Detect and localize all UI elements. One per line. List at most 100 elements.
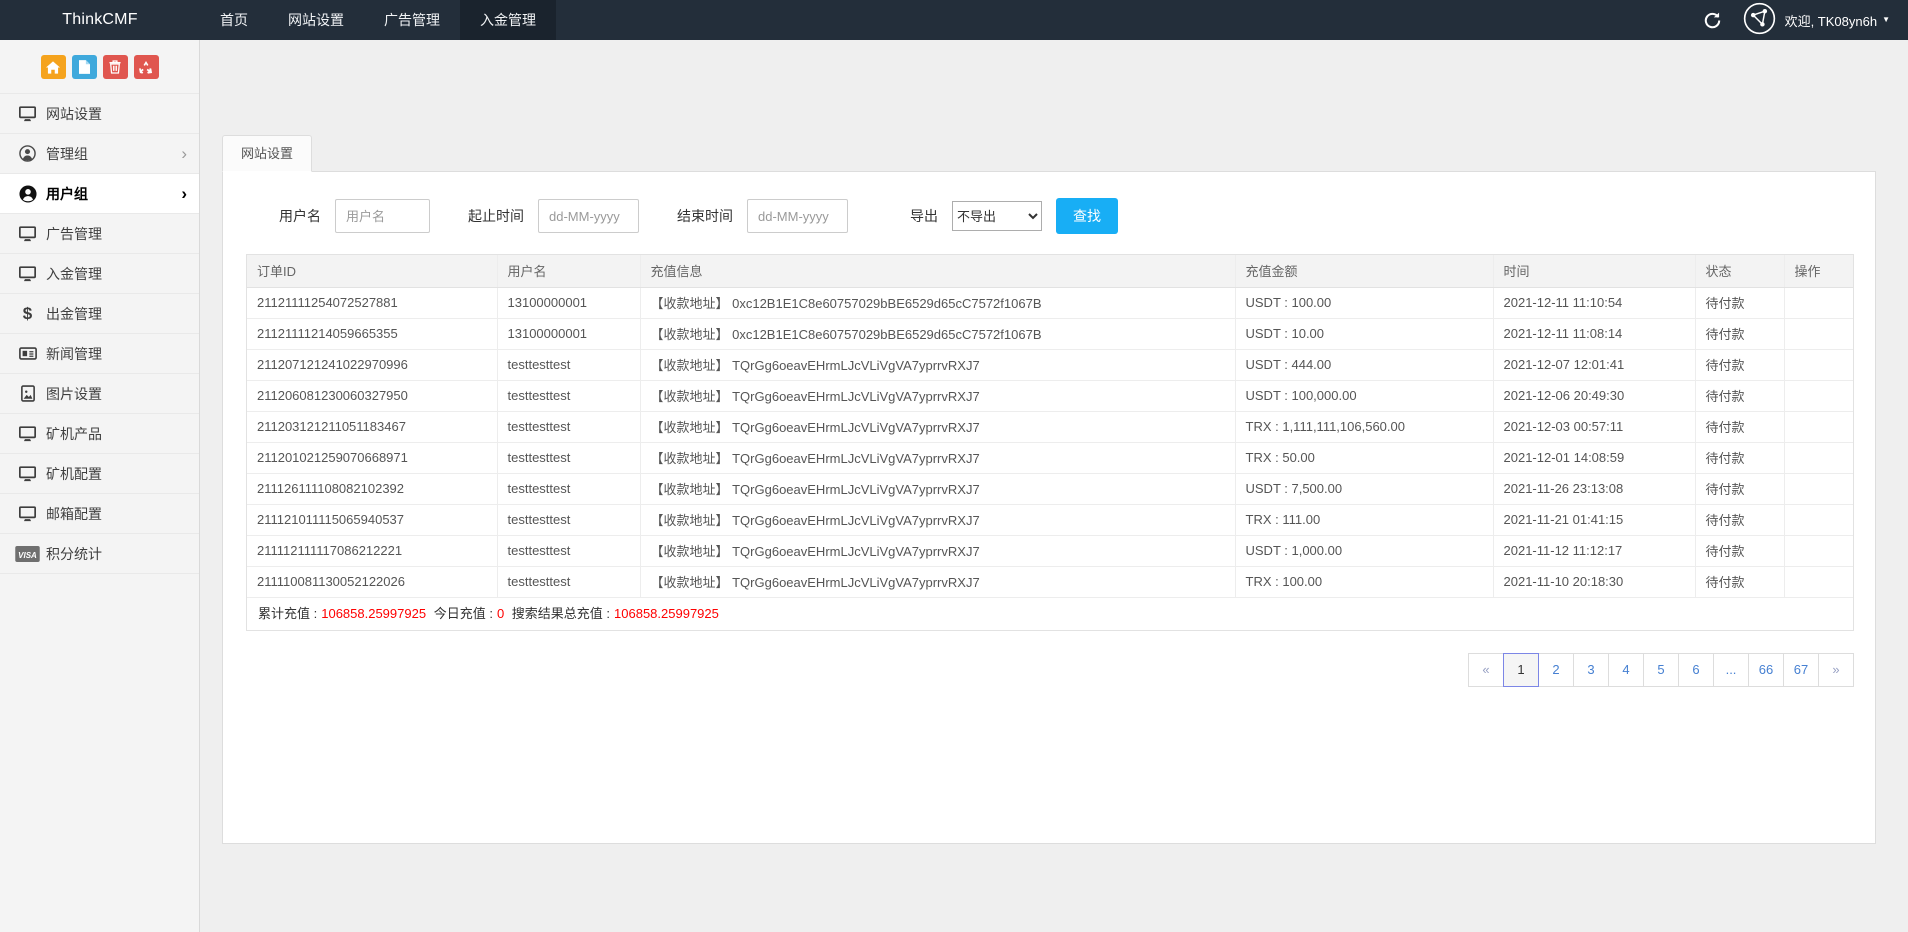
cell-status: 待付款 [1695, 318, 1784, 349]
cell-username: testtesttest [497, 380, 640, 411]
recycle-icon[interactable] [134, 55, 159, 79]
table-row: 21121111254072527881 13100000001 【收款地址】 … [247, 287, 1853, 318]
column-header: 充值金额 [1235, 255, 1493, 287]
tab-site-settings[interactable]: 网站设置 [222, 135, 312, 172]
user-circle-solid-icon [14, 185, 41, 203]
cell-actions [1784, 411, 1853, 442]
sidebar-item-label: 邮箱配置 [46, 504, 102, 524]
sidebar-item[interactable]: 管理组 › [0, 133, 199, 173]
cell-time: 2021-12-03 00:57:11 [1493, 411, 1695, 442]
totals-summary: 累计充值 :106858.25997925 今日充值 :0 搜索结果总充值 :1… [247, 597, 1853, 630]
cell-status: 待付款 [1695, 349, 1784, 380]
cell-username: testtesttest [497, 349, 640, 380]
brand-logo[interactable]: ThinkCMF [0, 0, 200, 40]
summary-value: 0 [497, 606, 504, 621]
monitor-icon [14, 426, 41, 442]
image-icon [14, 385, 41, 402]
cell-order-id: 211206081230060327950 [247, 380, 497, 411]
page-button[interactable]: ... [1713, 653, 1749, 687]
summary-segment: 搜索结果总充值 :106858.25997925 [512, 606, 719, 621]
sidebar-item[interactable]: 图片设置 › [0, 373, 199, 413]
table-row: 211110081130052122026 testtesttest 【收款地址… [247, 566, 1853, 597]
cell-status: 待付款 [1695, 411, 1784, 442]
sidebar-item-label: 管理组 [46, 144, 88, 164]
refresh-icon[interactable] [1704, 12, 1721, 29]
cell-order-id: 211126111108082102392 [247, 473, 497, 504]
cell-actions [1784, 566, 1853, 597]
sidebar-item[interactable]: 网站设置 › [0, 93, 199, 133]
cell-recharge-info: 【收款地址】 0xc12B1E1C8e60757029bBE6529d65cC7… [640, 318, 1235, 349]
sidebar: 网站设置 › 管理组 › 用户组 › 广告管理 › [0, 40, 200, 932]
welcome-text: 欢迎, TK08yn6h [1785, 11, 1878, 30]
monitor-icon [14, 506, 41, 522]
cell-time: 2021-12-06 20:49:30 [1493, 380, 1695, 411]
nav-menu-item[interactable]: 入金管理 [460, 0, 556, 40]
username-input[interactable] [335, 199, 430, 233]
file-icon[interactable] [72, 55, 97, 79]
nav-menu-item[interactable]: 首页 [200, 0, 268, 40]
column-header: 订单ID [247, 255, 497, 287]
column-header: 操作 [1784, 255, 1853, 287]
page-button[interactable]: 66 [1748, 653, 1784, 687]
chevron-right-icon: › [181, 145, 187, 162]
nav-menu-item[interactable]: 广告管理 [364, 0, 460, 40]
table-row: 21121111214059665355 13100000001 【收款地址】 … [247, 318, 1853, 349]
page-button[interactable]: 5 [1643, 653, 1679, 687]
export-select[interactable]: 不导出 [952, 201, 1042, 231]
newspaper-icon [14, 346, 41, 361]
search-button[interactable]: 查找 [1056, 198, 1118, 234]
sidebar-item[interactable]: 矿机产品 › [0, 413, 199, 453]
page-button[interactable]: 6 [1678, 653, 1714, 687]
home-icon[interactable] [41, 55, 66, 79]
sidebar-item-label: 广告管理 [46, 224, 102, 244]
cell-username: 13100000001 [497, 287, 640, 318]
page-button[interactable]: 67 [1783, 653, 1819, 687]
cell-status: 待付款 [1695, 566, 1784, 597]
pagination: « 1 2 3 4 5 6 ... 66 67 [1469, 653, 1854, 687]
sidebar-item[interactable]: 入金管理 › [0, 253, 199, 293]
end-time-input[interactable] [747, 199, 848, 233]
cell-recharge-info: 【收款地址】 TQrGg6oeavEHrmLJcVLiVgVA7yprrvRXJ… [640, 442, 1235, 473]
page-button[interactable]: » [1818, 653, 1854, 687]
cell-username: testtesttest [497, 473, 640, 504]
cell-time: 2021-12-01 14:08:59 [1493, 442, 1695, 473]
cell-time: 2021-11-26 23:13:08 [1493, 473, 1695, 504]
cell-time: 2021-12-07 12:01:41 [1493, 349, 1695, 380]
cell-order-id: 211203121211051183467 [247, 411, 497, 442]
sidebar-item[interactable]: $ 出金管理 › [0, 293, 199, 333]
trash-icon[interactable] [103, 55, 128, 79]
sidebar-item[interactable]: 广告管理 › [0, 213, 199, 253]
sidebar-item-label: 矿机产品 [46, 424, 102, 444]
cell-status: 待付款 [1695, 380, 1784, 411]
cell-status: 待付款 [1695, 504, 1784, 535]
cell-recharge-info: 【收款地址】 TQrGg6oeavEHrmLJcVLiVgVA7yprrvRXJ… [640, 380, 1235, 411]
cell-recharge-info: 【收款地址】 TQrGg6oeavEHrmLJcVLiVgVA7yprrvRXJ… [640, 566, 1235, 597]
page-button[interactable]: 4 [1608, 653, 1644, 687]
page-button[interactable]: 3 [1573, 653, 1609, 687]
nav-menu-item[interactable]: 网站设置 [268, 0, 364, 40]
sidebar-item[interactable]: 邮箱配置 › [0, 493, 199, 533]
cell-actions [1784, 318, 1853, 349]
user-menu[interactable]: 欢迎, TK08yn6h ▼ [1743, 2, 1890, 38]
cell-amount: USDT : 1,000.00 [1235, 535, 1493, 566]
cell-time: 2021-11-21 01:41:15 [1493, 504, 1695, 535]
cell-time: 2021-12-11 11:08:14 [1493, 318, 1695, 349]
sidebar-item[interactable]: 用户组 › [0, 173, 199, 213]
cell-actions [1784, 442, 1853, 473]
start-time-input[interactable] [538, 199, 639, 233]
page-button[interactable]: « [1468, 653, 1504, 687]
cell-amount: TRX : 100.00 [1235, 566, 1493, 597]
page-button[interactable]: 2 [1538, 653, 1574, 687]
user-circle-icon [14, 145, 41, 162]
page-button[interactable]: 1 [1503, 653, 1539, 687]
cell-recharge-info: 【收款地址】 TQrGg6oeavEHrmLJcVLiVgVA7yprrvRXJ… [640, 411, 1235, 442]
sidebar-menu: 网站设置 › 管理组 › 用户组 › 广告管理 › [0, 93, 199, 574]
sidebar-item[interactable]: VISA 积分统计 › [0, 533, 199, 573]
cell-amount: TRX : 1,111,111,106,560.00 [1235, 411, 1493, 442]
top-navbar: ThinkCMF 首页 网站设置 广告管理 入金管理 欢迎, TK08yn6h … [0, 0, 1908, 40]
sidebar-item[interactable]: 矿机配置 › [0, 453, 199, 493]
sidebar-item[interactable]: 新闻管理 › [0, 333, 199, 373]
cell-username: testtesttest [497, 442, 640, 473]
cell-actions [1784, 349, 1853, 380]
content-panel: 用户名 起止时间 结束时间 导出 不导出 查找 [222, 171, 1876, 844]
